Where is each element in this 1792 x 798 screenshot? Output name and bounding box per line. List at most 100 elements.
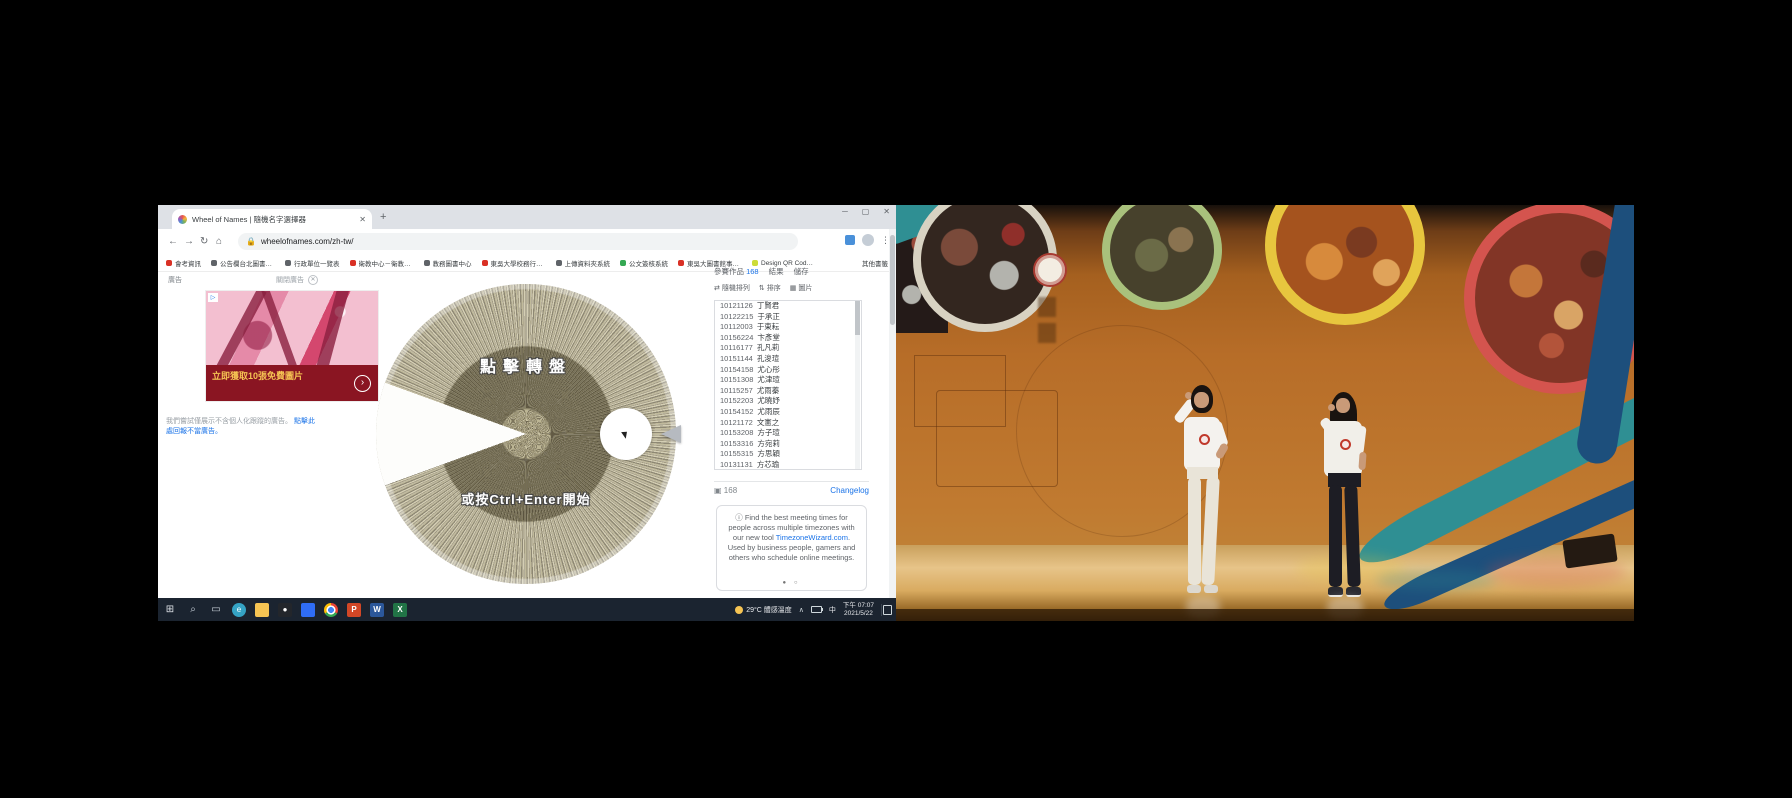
close-button[interactable]: ✕ xyxy=(883,207,890,216)
new-tab-button[interactable]: + xyxy=(380,212,386,223)
extension-icon[interactable] xyxy=(845,235,855,245)
edge-icon[interactable]: e xyxy=(232,603,246,617)
entry-row[interactable]: 10121126丁賢君 xyxy=(715,301,861,312)
carousel-dots[interactable]: ● ○ xyxy=(717,580,866,586)
backdrop-photo-circle xyxy=(1265,205,1425,325)
entry-row[interactable]: 10122215于承正 xyxy=(715,312,861,323)
adchoices-icon[interactable]: ▷ xyxy=(208,293,218,302)
browser-tab[interactable]: Wheel of Names | 隨機名字選擇器 ✕ xyxy=(172,209,372,229)
bookmark-item[interactable]: 會考資訊 xyxy=(166,258,201,268)
weather-text: 29°C 體感溫度 xyxy=(746,605,792,615)
ad-cta[interactable]: 立即獲取10張免費圖片 › xyxy=(206,365,378,401)
excel-icon[interactable]: X xyxy=(393,603,407,617)
store-icon[interactable] xyxy=(301,603,315,617)
home-icon[interactable]: ⌂ xyxy=(216,237,222,247)
chrome-icon[interactable] xyxy=(324,603,338,617)
entry-row[interactable]: 10112003于東耘 xyxy=(715,322,861,333)
profile-avatar[interactable] xyxy=(862,234,874,246)
bookmark-item[interactable]: 公文簽核系統 xyxy=(620,258,668,268)
bookmark-favicon xyxy=(482,260,488,266)
tshirt-logo xyxy=(1199,434,1210,445)
shoe xyxy=(1204,585,1218,593)
bookmark-item[interactable]: 行政單位一覽表 xyxy=(285,258,340,268)
bookmark-item[interactable]: 上傳資料夾系統 xyxy=(556,258,611,268)
padlock-icon: 🔒 xyxy=(246,237,256,246)
promo-link[interactable]: TimezoneWizard.com xyxy=(776,533,848,542)
address-bar[interactable]: 🔒 wheelofnames.com/zh-tw/ xyxy=(238,233,798,250)
file-explorer-icon[interactable] xyxy=(255,603,269,617)
bookmark-item[interactable]: 教務圖書中心 xyxy=(424,258,472,268)
security-app-icon[interactable]: ● xyxy=(278,603,292,617)
close-ad-control[interactable]: 關閉廣告 ✕ xyxy=(276,275,318,285)
bookmark-favicon xyxy=(424,260,430,266)
ad-label: 廣告 xyxy=(168,275,182,285)
entry-row[interactable]: 10121172文憲之 xyxy=(715,418,861,429)
close-ad-label: 關閉廣告 xyxy=(276,275,304,285)
bookmark-label: 公文簽核系統 xyxy=(629,258,668,268)
backdrop-photo-circle xyxy=(1102,205,1222,310)
entry-row[interactable]: 10156224卞彥堂 xyxy=(715,333,861,344)
entry-row[interactable]: 10155315方思穎 xyxy=(715,449,861,460)
page-scrollbar[interactable] xyxy=(889,229,896,598)
minimize-button[interactable]: ─ xyxy=(842,207,848,216)
tab-entries[interactable]: 參賽作品 168 xyxy=(714,266,759,277)
ime-indicator[interactable]: 中 xyxy=(829,605,836,615)
panel-divider xyxy=(714,481,869,482)
forward-icon[interactable]: → xyxy=(184,237,194,247)
back-icon[interactable]: ← xyxy=(168,237,178,247)
image-icon: ▦ xyxy=(790,285,797,292)
entry-row[interactable]: 10151308尤津瑄 xyxy=(715,375,861,386)
close-ad-icon[interactable]: ✕ xyxy=(308,275,318,285)
bookmark-item[interactable]: 衛教中心－衛教中心 xyxy=(350,258,414,268)
tray-chevron-icon[interactable]: ∧ xyxy=(799,606,804,614)
tab-save[interactable]: 儲存 xyxy=(794,266,809,277)
sort-icon: ⇅ xyxy=(759,285,765,292)
sort-button[interactable]: ⇅排序 xyxy=(759,283,781,293)
powerpoint-icon[interactable]: P xyxy=(347,603,361,617)
entries-scrollbar[interactable] xyxy=(855,301,860,469)
start-button[interactable]: ⊞ xyxy=(163,603,177,617)
bookmark-item[interactable]: 公告欄台北圖書網站 xyxy=(211,258,275,268)
task-view-icon[interactable]: ▭ xyxy=(209,603,223,617)
ad-banner[interactable]: ▷ 立即獲取10張免費圖片 › xyxy=(206,291,378,401)
shuffle-button[interactable]: ⇄隨機排列 xyxy=(714,283,750,293)
image-button[interactable]: ▦圖片 xyxy=(790,283,813,293)
battery-icon[interactable] xyxy=(811,606,822,613)
word-icon[interactable]: W xyxy=(370,603,384,617)
weather-icon xyxy=(735,606,743,614)
bookmark-favicon xyxy=(166,260,172,266)
ad-disclaimer: 我們嘗試僅展示不含個人化跟蹤的廣告。 點擊此處回報不當廣告。 xyxy=(166,417,316,437)
entry-row[interactable]: 10151144孔浚瑄 xyxy=(715,354,861,365)
entry-row[interactable]: 10115257尤雨蓁 xyxy=(715,386,861,397)
shuffle-icon: ⇄ xyxy=(714,285,720,292)
entries-panel-tabs: 參賽作品 168 結果 儲存 xyxy=(714,266,869,277)
entry-row[interactable]: 10154158尤心彤 xyxy=(715,365,861,376)
browser-tab-strip: Wheel of Names | 隨機名字選擇器 ✕ + ─ ▢ ✕ xyxy=(158,205,896,229)
hand xyxy=(1328,404,1335,411)
weather-widget[interactable]: 29°C 體感溫度 xyxy=(735,605,792,615)
tab-results[interactable]: 結果 xyxy=(769,266,784,277)
taskbar-clock[interactable]: 下午 07:07 2021/5/22 xyxy=(843,602,874,618)
entry-row[interactable]: 10154152尤雨辰 xyxy=(715,407,861,418)
entry-row[interactable]: 10153316方宛莉 xyxy=(715,439,861,450)
windows-taskbar: ⊞ ⌕ ▭ e ● PWX 29°C 體感溫度 ∧ 中 下午 07:07 2021/5/2… xyxy=(158,598,896,621)
bookmark-label: 上傳資料夾系統 xyxy=(565,258,611,268)
backdrop-seal-emblem xyxy=(1033,253,1067,287)
action-center-icon[interactable] xyxy=(881,604,892,616)
entries-list[interactable]: 10121126丁賢君10122215于承正10112003于東耘1015622… xyxy=(714,300,862,470)
ad-arrow-button[interactable]: › xyxy=(354,375,371,392)
backdrop-calligraphy xyxy=(1038,297,1056,317)
reload-icon[interactable]: ↻ xyxy=(200,237,208,247)
stage-video xyxy=(896,205,1634,621)
maximize-button[interactable]: ▢ xyxy=(862,207,870,216)
search-icon[interactable]: ⌕ xyxy=(186,603,200,617)
changelog-link[interactable]: Changelog xyxy=(830,486,869,495)
entry-row[interactable]: 10153208方子瑄 xyxy=(715,428,861,439)
entry-row[interactable]: 10131131方芯瑜 xyxy=(715,460,861,470)
bookmark-item[interactable]: 東吳大學校務行政系統 xyxy=(482,258,546,268)
entry-row[interactable]: 10116177孔凡莉 xyxy=(715,343,861,354)
promo-card: ⓘ Find the best meeting times for people… xyxy=(716,505,867,591)
entry-row[interactable]: 10152203尤曉妤 xyxy=(715,396,861,407)
tab-close-icon[interactable]: ✕ xyxy=(359,215,366,224)
tshirt-logo xyxy=(1340,439,1351,450)
